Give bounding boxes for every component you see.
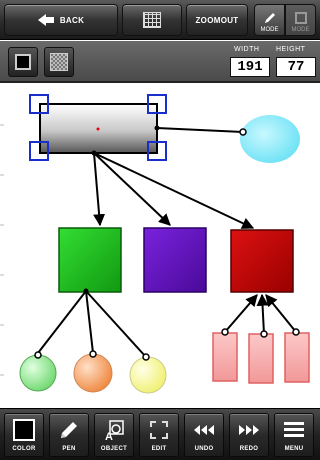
purple-square[interactable] — [143, 227, 207, 293]
connector-pink-3 — [265, 294, 297, 333]
fill-gradient-button[interactable] — [44, 47, 74, 77]
pen-label: PEN — [62, 446, 76, 452]
green-square[interactable] — [58, 227, 122, 293]
undo-button[interactable]: UNDO — [184, 413, 224, 457]
select-mode-button[interactable]: MODE — [285, 4, 316, 36]
connector-yellow-circle — [85, 290, 147, 358]
menu-button[interactable]: MENU — [274, 413, 314, 457]
canvas-drawing — [0, 94, 310, 394]
connector-anchor — [83, 288, 89, 294]
yellow-circle[interactable] — [129, 356, 167, 394]
color-label: COLOR — [12, 446, 36, 452]
pink-rect-3[interactable] — [284, 332, 310, 383]
red-square[interactable] — [230, 229, 294, 293]
draw-mode-button[interactable]: MODE — [254, 4, 285, 36]
connector-anchor — [239, 128, 247, 136]
connector-anchor — [91, 150, 97, 156]
connector-pink-1 — [224, 294, 258, 333]
fill-gradient-icon — [50, 53, 68, 71]
menu-label: MENU — [284, 446, 304, 452]
connector-red — [93, 152, 255, 229]
pink-rect-1[interactable] — [212, 332, 238, 382]
height-field[interactable]: 77 — [276, 57, 316, 77]
drawing-canvas[interactable] — [0, 85, 320, 408]
dashed-select-icon — [150, 421, 168, 439]
zoomout-button[interactable]: ZOOMOUT — [186, 4, 248, 36]
svg-text:A: A — [105, 431, 113, 442]
object-button[interactable]: A OBJECT — [94, 413, 134, 457]
redo-button[interactable]: REDO — [229, 413, 269, 457]
grid-icon — [143, 12, 161, 28]
top-toolbar: BACK ZOOMOUT MODE MODE — [0, 0, 320, 40]
height-label: HEIGHT — [276, 46, 306, 53]
grid-toggle-button[interactable] — [122, 4, 182, 36]
connector-green-circle — [37, 290, 87, 354]
orange-circle[interactable] — [73, 353, 113, 393]
margin-ticks — [0, 124, 4, 376]
connector-orange-circle — [85, 290, 94, 354]
fill-solid-button[interactable] — [8, 47, 38, 77]
back-button[interactable]: BACK — [4, 4, 118, 36]
connector-cyan — [156, 127, 244, 133]
zoomout-label: ZOOMOUT — [195, 15, 239, 25]
fast-forward-icon — [239, 425, 259, 435]
connector-anchor — [154, 125, 160, 131]
mode-toggle: MODE MODE — [254, 4, 316, 36]
back-arrow-icon — [37, 14, 54, 26]
width-field[interactable]: 191 — [230, 57, 270, 77]
shape-center-marker — [96, 127, 100, 131]
pen-icon — [61, 422, 77, 438]
color-button[interactable]: COLOR — [4, 413, 44, 457]
object-label: OBJECT — [100, 446, 128, 452]
connector-pink-2 — [256, 293, 269, 335]
fill-solid-icon — [15, 54, 31, 70]
pencil-icon — [264, 13, 275, 23]
properties-bar: WIDTH HEIGHT 191 77 — [0, 41, 320, 83]
connector-green — [93, 152, 106, 227]
undo-label: UNDO — [194, 446, 214, 452]
edit-button[interactable]: EDIT — [139, 413, 179, 457]
menu-icon — [284, 422, 304, 438]
rewind-icon — [194, 425, 214, 435]
pen-button[interactable]: PEN — [49, 413, 89, 457]
edit-label: EDIT — [151, 446, 167, 452]
select-mode-label: MODE — [291, 27, 310, 33]
redo-label: REDO — [239, 446, 259, 452]
pink-rect-2[interactable] — [248, 333, 274, 384]
cyan-ellipse[interactable] — [240, 115, 300, 163]
back-button-label: BACK — [59, 15, 85, 25]
draw-mode-label: MODE — [260, 27, 279, 33]
object-icon: A — [105, 420, 124, 442]
connector-purple — [93, 152, 171, 226]
dashed-select-icon — [294, 12, 307, 24]
green-circle[interactable] — [19, 354, 57, 392]
color-swatch-icon — [13, 419, 35, 441]
bottom-toolbar: COLOR PEN A OBJECT EDIT UNDO REDO MENU — [0, 408, 320, 460]
width-label: WIDTH — [234, 46, 260, 53]
